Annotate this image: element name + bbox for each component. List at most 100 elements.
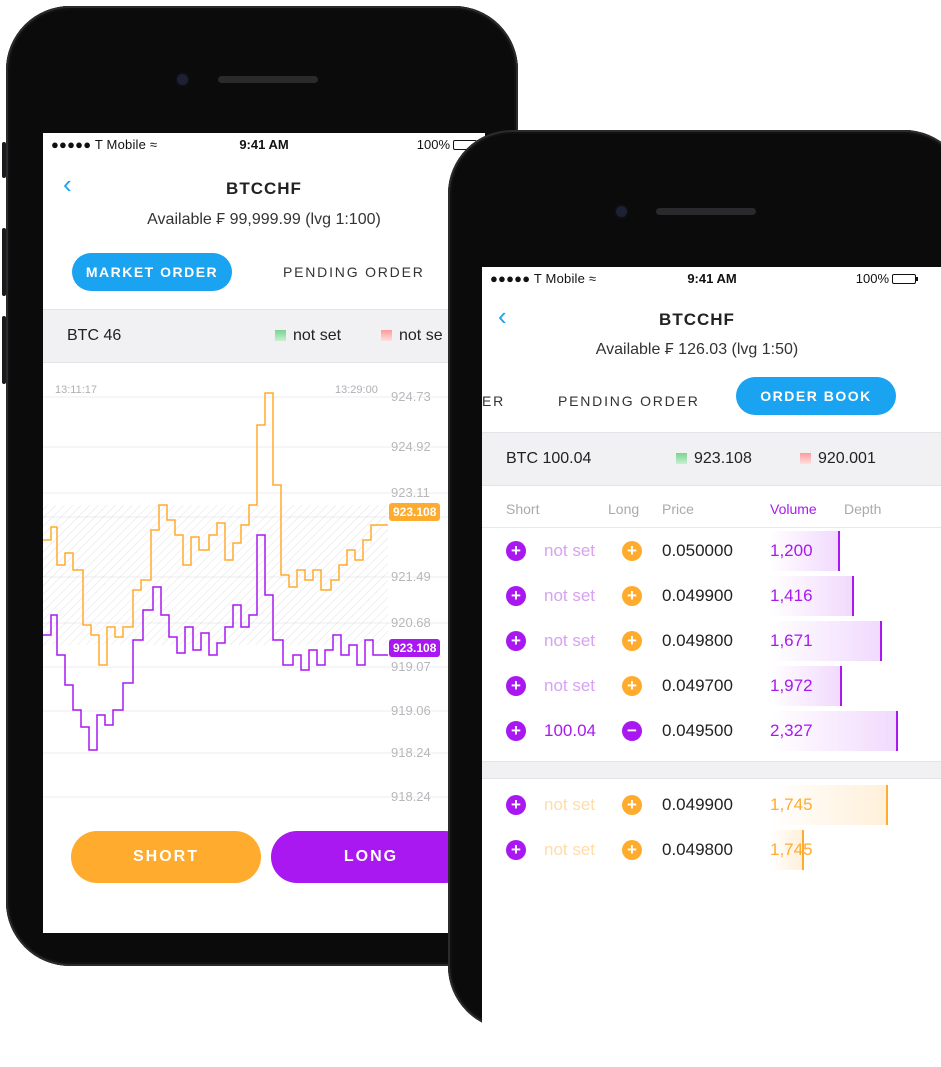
plus-circle-icon[interactable]: + (506, 631, 526, 651)
short-value: not set (544, 840, 596, 859)
phone-frame-left: ●●●●● T Mobile ≈ 9:41 AM 100% ‹ BTCCHF A… (2, 6, 518, 966)
side-button (2, 142, 6, 178)
earpiece-speaker (656, 208, 756, 215)
plus-circle-icon[interactable]: + (506, 795, 526, 815)
green-price: not set (275, 327, 341, 345)
orange-price-tag: 923.108 (389, 503, 441, 521)
tab-pending-order[interactable]: PENDING ORDER (283, 264, 425, 280)
short-value: not set (544, 541, 596, 560)
chart-svg: 13:11:17 13:29:00 924.73924.92923.11922.… (43, 384, 485, 804)
status-bar: ●●●●● T Mobile ≈ 9:41 AM 100% (43, 133, 485, 155)
plus-circle-icon[interactable]: + (622, 676, 642, 696)
plus-circle-icon[interactable]: + (506, 840, 526, 860)
time-end-label: 13:29:00 (335, 384, 378, 396)
short-value: not set (544, 795, 596, 814)
volume-value: 1,416 (770, 586, 813, 605)
phone-frame-right: ●●●●● T Mobile ≈ 9:41 AM 100% ‹ BTCCHF A… (448, 130, 941, 1067)
order-row[interactable]: + 100.04 − 0.049500 2,327 (482, 709, 941, 753)
y-axis-label: 918.24 (391, 789, 431, 804)
green-square-icon (275, 330, 286, 341)
y-axis-label: 924.92 (391, 439, 431, 454)
tab-market-order[interactable]: MARKET ORDER (72, 253, 232, 291)
red-price: 920.001 (800, 450, 876, 468)
volume-value: 2,327 (770, 721, 813, 740)
short-value: not set (544, 586, 596, 605)
red-price: not se (381, 327, 443, 345)
plus-circle-icon[interactable]: + (622, 795, 642, 815)
available-balance: Available ₣ 126.03 (lvg 1:50) (595, 341, 799, 358)
red-square-icon (381, 330, 392, 341)
page-title: BTCCHF (659, 310, 735, 329)
short-button[interactable]: SHORT (71, 831, 261, 883)
price-value: 0.049800 (662, 631, 733, 650)
hatched-range (43, 505, 388, 645)
screen-right: ●●●●● T Mobile ≈ 9:41 AM 100% ‹ BTCCHF A… (482, 267, 941, 1067)
volume-value: 1,671 (770, 631, 813, 650)
tab-market-order-partial[interactable]: ER (482, 393, 505, 409)
plus-circle-icon[interactable]: + (506, 676, 526, 696)
y-axis-label: 924.73 (391, 389, 431, 404)
order-row[interactable]: + not set + 0.049800 1,671 (482, 619, 941, 663)
plus-circle-icon[interactable]: + (622, 586, 642, 606)
order-row[interactable]: + not set + 0.049900 1,416 (482, 574, 941, 618)
long-button[interactable]: LONG (271, 831, 471, 883)
symbol-label: BTC 100.04 (506, 450, 592, 467)
time-start-label: 13:11:17 (55, 384, 97, 396)
col-price: Price (662, 501, 694, 517)
symbol-label: BTC 46 (67, 327, 122, 344)
price-value: 0.049900 (662, 795, 733, 814)
y-axis-label: 919.06 (391, 703, 431, 718)
col-short: Short (506, 501, 540, 517)
order-row[interactable]: + not set + 0.049700 1,972 (482, 664, 941, 708)
plus-circle-icon[interactable]: + (506, 541, 526, 561)
red-square-icon (800, 453, 811, 464)
front-camera (177, 74, 188, 85)
order-row[interactable]: + not set + 0.050000 1,200 (482, 529, 941, 573)
order-row[interactable]: + not set + 0.049800 1,745 (482, 828, 941, 872)
tab-order-book[interactable]: ORDER BOOK (736, 377, 896, 415)
plus-circle-icon[interactable]: + (506, 586, 526, 606)
price-value: 0.049800 (662, 840, 733, 859)
order-row[interactable]: + not set + 0.049900 1,745 (482, 783, 941, 827)
order-book-header: Short Long Price Volume Depth (482, 487, 941, 528)
col-depth: Depth (844, 501, 882, 517)
volume-value: 1,972 (770, 676, 813, 695)
short-value: not set (544, 631, 596, 650)
price-value: 0.050000 (662, 541, 733, 560)
short-value: not set (544, 676, 596, 695)
section-divider (482, 761, 941, 779)
col-long: Long (608, 501, 640, 517)
y-axis-label: 920.68 (391, 615, 431, 630)
minus-circle-icon[interactable]: − (622, 721, 642, 741)
status-bar: ●●●●● T Mobile ≈ 9:41 AM 100% (482, 267, 941, 289)
purple-price-tag: 923.108 (389, 639, 441, 657)
price-value: 0.049700 (662, 676, 733, 695)
front-camera (616, 206, 627, 217)
price-info-bar: BTC 46 not set not se (43, 309, 485, 363)
battery-percent: 100% (855, 271, 889, 286)
tab-pending-order[interactable]: PENDING ORDER (558, 393, 700, 409)
plus-circle-icon[interactable]: + (622, 840, 642, 860)
page-title: BTCCHF (226, 179, 302, 198)
plus-circle-icon[interactable]: + (622, 541, 642, 561)
green-price: 923.108 (676, 450, 752, 468)
plus-circle-icon[interactable]: + (506, 721, 526, 741)
side-button (2, 316, 6, 384)
col-volume: Volume (770, 501, 817, 517)
y-axis-label: 923.11 (391, 485, 430, 500)
volume-value: 1,200 (770, 541, 813, 560)
price-value: 0.049500 (662, 721, 733, 740)
y-axis-label: 919.07 (391, 659, 431, 674)
price-info-bar: BTC 100.04 923.108 920.001 (482, 432, 941, 486)
y-axis-label: 921.49 (391, 569, 431, 584)
screen-left: ●●●●● T Mobile ≈ 9:41 AM 100% ‹ BTCCHF A… (43, 133, 485, 933)
short-value: 100.04 (544, 721, 596, 740)
battery-indicator: 100% (855, 271, 918, 286)
plus-circle-icon[interactable]: + (622, 631, 642, 651)
battery-percent: 100% (416, 137, 450, 152)
side-button (2, 228, 6, 296)
earpiece-speaker (218, 76, 318, 83)
available-balance: Available ₣ 99,999.99 (lvg 1:100) (147, 211, 381, 228)
price-chart[interactable]: 13:11:17 13:29:00 924.73924.92923.11922.… (43, 365, 485, 805)
y-axis-labels: 924.73924.92923.11922.30921.49920.68919.… (391, 389, 431, 804)
